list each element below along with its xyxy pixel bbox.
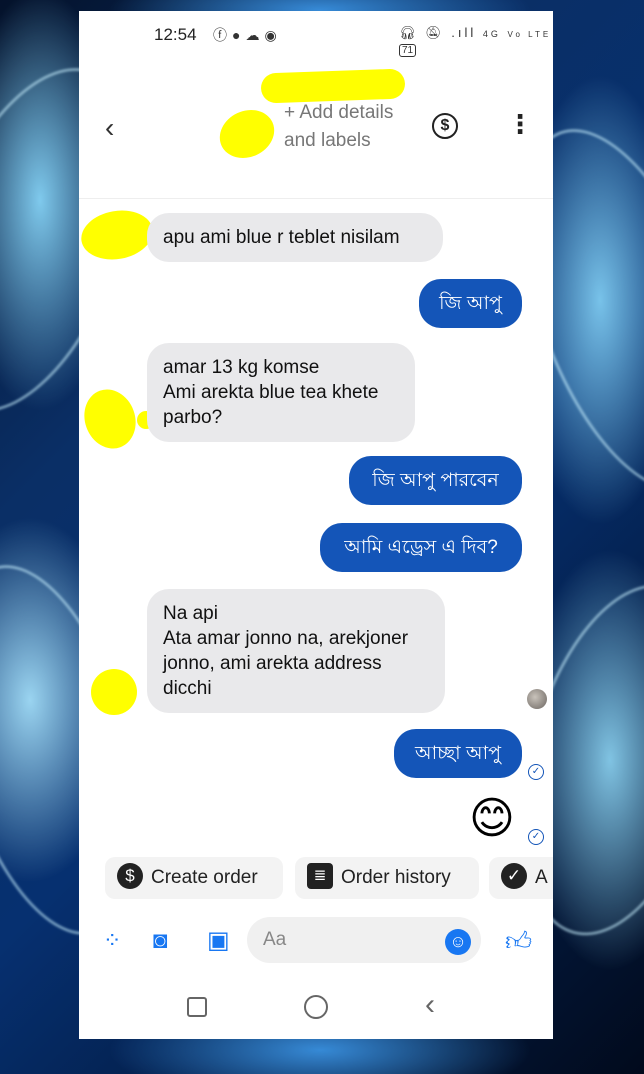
messenger-icon: ● bbox=[232, 27, 246, 43]
avatar-redaction bbox=[211, 101, 283, 167]
camera-button[interactable]: ◙ bbox=[153, 927, 168, 955]
receipt-icon: ≣ bbox=[307, 862, 333, 889]
outgoing-message[interactable]: জি আপু পারবেন bbox=[349, 456, 522, 505]
message-thread: apu ami blue r teblet nisilam জি আপু ama… bbox=[79, 199, 553, 851]
facebook-icon: ⓕ bbox=[213, 27, 232, 43]
sender-avatar-redacted bbox=[79, 382, 144, 456]
incoming-message[interactable]: apu ami blue r teblet nisilam bbox=[147, 213, 443, 262]
system-back-button[interactable]: ‹ bbox=[425, 989, 435, 1021]
notification-icons: ⓕ●☁◉ bbox=[213, 25, 282, 45]
dollar-icon: $ bbox=[117, 862, 143, 889]
sender-avatar-redacted bbox=[79, 205, 157, 265]
incoming-message[interactable]: Na api Ata amar jonno na, arekjoner jonn… bbox=[147, 589, 445, 713]
volte-indicator: Vo LTE bbox=[507, 30, 552, 39]
battery-indicator: 71 bbox=[399, 44, 417, 57]
check-circle-icon: ✓ bbox=[501, 862, 527, 889]
order-history-label: Order history bbox=[341, 867, 451, 888]
image-icon: ▣ bbox=[207, 927, 230, 954]
outgoing-message[interactable]: আমি এড্রেস এ দিব? bbox=[320, 523, 522, 572]
signal-icon: .ıll bbox=[451, 25, 477, 40]
dollar-circle-icon: $ bbox=[440, 117, 450, 134]
headphones-icon: 🎧︎ bbox=[399, 25, 419, 40]
contact-name-redacted[interactable] bbox=[260, 68, 406, 104]
message-composer: ⁘ ◙ ▣ ☺ 👍︎ bbox=[79, 909, 553, 973]
more-vertical-icon: ⋮ bbox=[507, 109, 533, 139]
create-order-label: Create order bbox=[151, 867, 258, 888]
app-icon: ◉ bbox=[264, 27, 282, 43]
phone-screen: 12:54 ⓕ●☁◉ 🎧︎ 🔕︎ .ıll 4G Vo LTE 71 ‹ + A… bbox=[79, 11, 553, 1039]
like-button[interactable]: 👍︎ bbox=[505, 927, 532, 955]
emoji-icon: ☺ bbox=[449, 932, 467, 951]
back-button[interactable]: ‹ bbox=[105, 114, 114, 142]
system-nav-bar: ‹ bbox=[79, 973, 553, 1039]
back-icon: ‹ bbox=[425, 988, 435, 1021]
delivered-check-icon: ✓ bbox=[528, 764, 544, 780]
thumbs-up-icon: 👍︎ bbox=[505, 926, 533, 956]
gallery-button[interactable]: ▣ bbox=[207, 927, 230, 955]
more-action-label: A bbox=[535, 867, 548, 888]
more-options-button[interactable]: ⋮ bbox=[507, 109, 533, 139]
seen-avatar bbox=[527, 689, 547, 709]
cloud-icon: ☁ bbox=[245, 27, 265, 43]
status-time: 12:54 bbox=[154, 25, 197, 44]
camera-icon: ◙ bbox=[153, 927, 168, 954]
system-icons: 🎧︎ 🔕︎ .ıll 4G Vo LTE 71 bbox=[399, 25, 553, 57]
apps-button[interactable]: ⁘ bbox=[103, 927, 121, 955]
emoji-message[interactable]: 😊 bbox=[469, 795, 515, 843]
conversation-header: ‹ + Add details and labels $ ⋮ bbox=[79, 59, 553, 199]
order-history-button[interactable]: ≣ Order history bbox=[295, 857, 479, 899]
recents-button[interactable] bbox=[187, 997, 207, 1017]
quick-actions-bar: $ Create order ≣ Order history ✓ A bbox=[79, 851, 553, 909]
apps-icon: ⁘ bbox=[103, 928, 122, 953]
outgoing-message[interactable]: আচ্ছা আপু bbox=[394, 729, 522, 778]
home-button[interactable] bbox=[304, 995, 328, 1019]
chevron-left-icon: ‹ bbox=[105, 112, 115, 143]
network-type: 4G bbox=[482, 29, 501, 39]
delivered-check-icon: ✓ bbox=[528, 829, 544, 845]
outgoing-message[interactable]: জি আপু bbox=[419, 279, 522, 328]
incoming-message[interactable]: amar 13 kg komse Ami arekta blue tea khe… bbox=[147, 343, 415, 442]
add-details-link[interactable]: + Add details and labels bbox=[284, 99, 404, 155]
emoji-button[interactable]: ☺ bbox=[445, 929, 471, 955]
payment-button[interactable]: $ bbox=[432, 113, 458, 139]
status-bar: 12:54 ⓕ●☁◉ 🎧︎ 🔕︎ .ıll 4G Vo LTE 71 bbox=[79, 11, 553, 59]
sender-avatar-redacted bbox=[91, 669, 137, 715]
create-order-button[interactable]: $ Create order bbox=[105, 857, 283, 899]
more-action-button[interactable]: ✓ A bbox=[489, 857, 553, 899]
mute-icon: 🔕︎ bbox=[425, 25, 445, 40]
